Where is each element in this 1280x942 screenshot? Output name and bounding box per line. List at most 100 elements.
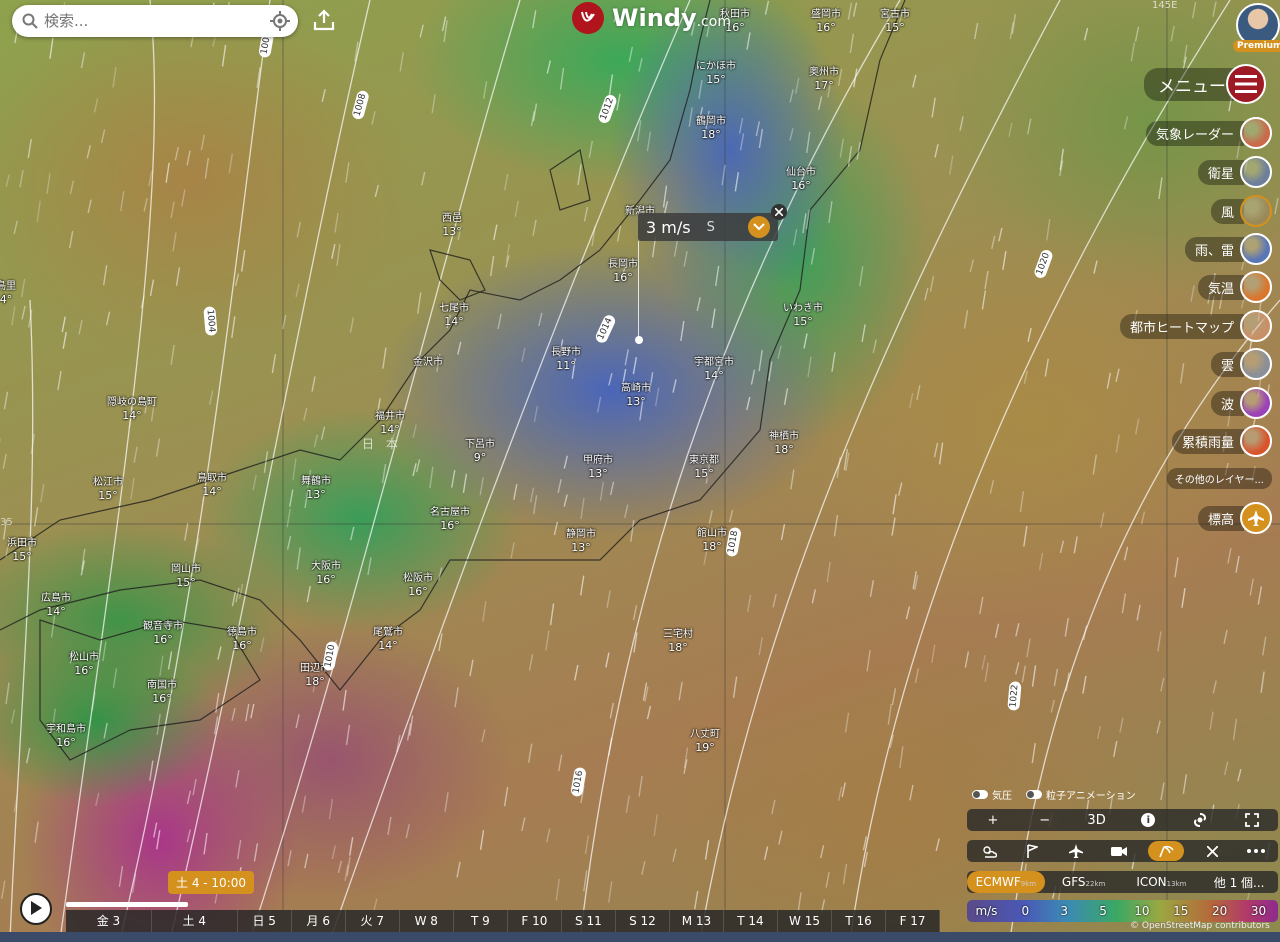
search-input[interactable]: [42, 11, 266, 31]
timeline-day[interactable]: T 14: [724, 910, 778, 932]
city-label[interactable]: 鳥取市 14°: [197, 472, 227, 498]
city-label[interactable]: 福井市 14°: [375, 410, 405, 436]
wind-particle: [19, 170, 24, 188]
wind-station-icon[interactable]: [1148, 841, 1185, 861]
city-label[interactable]: 八丈町 19°: [690, 728, 720, 754]
elevation-button[interactable]: 標高: [1197, 502, 1272, 534]
wind-popup[interactable]: 3 m/s S: [638, 213, 778, 241]
layer-button-accum[interactable]: 累積雨量: [1171, 425, 1272, 457]
timeline-day[interactable]: T 9: [454, 910, 508, 932]
timeline-day[interactable]: F 17: [886, 910, 941, 932]
city-label[interactable]: 東京都 15°: [689, 454, 719, 480]
model-option[interactable]: GFS22km: [1045, 875, 1123, 889]
city-label[interactable]: 鶴岡市 18°: [696, 115, 726, 141]
city-label[interactable]: 三宅村 18°: [663, 628, 693, 654]
city-label[interactable]: 仙台市 16°: [786, 166, 816, 192]
city-label[interactable]: 盛岡市 16°: [811, 8, 841, 34]
city-label[interactable]: 尾鷲市 14°: [373, 626, 403, 652]
city-label[interactable]: 甲府市 13°: [583, 454, 613, 480]
zoom-out-button[interactable]: −: [1030, 810, 1060, 830]
city-label[interactable]: 宇和島市 16°: [46, 723, 86, 749]
city-label[interactable]: 長野市 11°: [551, 346, 581, 372]
city-label[interactable]: 高崎市 13°: [621, 382, 651, 408]
timeline-day[interactable]: 金 3: [66, 910, 152, 932]
weather-icon[interactable]: [974, 841, 1004, 861]
timeline-day[interactable]: 土 4: [152, 910, 238, 932]
city-label[interactable]: 宇都宮市 14°: [694, 356, 734, 382]
city-label[interactable]: 大阪市 16°: [311, 560, 341, 586]
search-box[interactable]: [12, 5, 298, 37]
city-label[interactable]: 奥州市 17°: [809, 66, 839, 92]
city-label[interactable]: 西邑 13°: [442, 212, 462, 238]
city-label[interactable]: 広島市 14°: [41, 592, 71, 618]
city-label[interactable]: 下呂市 9°: [465, 438, 495, 464]
city-label[interactable]: 浜田市 15°: [7, 537, 37, 563]
osm-attribution[interactable]: © OpenStreetMap contributors: [1130, 921, 1270, 931]
timeline-day[interactable]: W 15: [778, 910, 833, 932]
layer-button-clouds[interactable]: 雲: [1210, 348, 1272, 380]
city-label[interactable]: 隠岐の島町 14°: [107, 396, 157, 422]
city-label[interactable]: 静岡市 13°: [566, 528, 596, 554]
timeline-day[interactable]: 日 5: [238, 910, 292, 932]
share-icon[interactable]: [312, 8, 336, 36]
city-label[interactable]: 館山市 18°: [697, 527, 727, 553]
city-label[interactable]: 宮古市 15°: [880, 8, 910, 34]
timeline-day[interactable]: F 10: [508, 910, 562, 932]
fullscreen-icon[interactable]: [1237, 810, 1267, 830]
city-label[interactable]: 徳島市 16°: [227, 626, 257, 652]
city-label[interactable]: にかほ市 15°: [696, 60, 736, 86]
timeline-day[interactable]: 火 7: [346, 910, 400, 932]
model-option[interactable]: ECMWF9km: [967, 871, 1045, 893]
layer-button-heatmap[interactable]: 都市ヒートマップ: [1119, 310, 1272, 342]
timeline-day[interactable]: S 12: [616, 910, 670, 932]
pin-dot[interactable]: [635, 336, 643, 344]
timeline-day[interactable]: S 11: [562, 910, 616, 932]
city-label[interactable]: 岡山市 15°: [171, 563, 201, 589]
layer-button-satellite[interactable]: 衛星: [1197, 156, 1272, 188]
city-label[interactable]: 松阪市 16°: [403, 572, 433, 598]
city-label[interactable]: 金沢市: [413, 356, 443, 369]
city-label[interactable]: 名古屋市 16°: [430, 506, 470, 532]
model-option[interactable]: 他 1 個...: [1200, 874, 1278, 891]
layer-button-wind[interactable]: 風: [1210, 195, 1272, 227]
city-label[interactable]: いわき市 15°: [783, 302, 823, 328]
current-time-badge[interactable]: 土 4 - 10:00: [168, 871, 254, 894]
zoom-in-button[interactable]: +: [978, 810, 1008, 830]
close-icon[interactable]: [771, 204, 787, 220]
info-button[interactable]: i: [1133, 810, 1163, 830]
close-icon[interactable]: [1198, 841, 1228, 861]
city-label[interactable]: 南国市 16°: [147, 679, 177, 705]
layer-button-rain[interactable]: 雨、雷: [1184, 233, 1272, 265]
timeline-progress[interactable]: [66, 902, 188, 907]
particles-toggle[interactable]: 粒子アニメーション: [1026, 787, 1136, 802]
menu-button[interactable]: メニュー: [1144, 64, 1266, 104]
city-label[interactable]: 松江市 15°: [93, 476, 123, 502]
more-layers-button[interactable]: その他のレイヤー...: [1166, 468, 1272, 489]
timeline-day[interactable]: T 16: [832, 910, 887, 932]
timeline-day[interactable]: 月 6: [292, 910, 346, 932]
pressure-toggle[interactable]: 気圧: [972, 787, 1012, 802]
model-option[interactable]: ICON13km: [1123, 875, 1201, 889]
webcam-icon[interactable]: [1104, 841, 1134, 861]
flag-icon[interactable]: [1017, 841, 1047, 861]
chevron-down-icon[interactable]: [748, 216, 770, 238]
timeline-day[interactable]: W 8: [400, 910, 454, 932]
city-label[interactable]: 神栖市 18°: [769, 430, 799, 456]
city-label[interactable]: 鳥里 4°: [0, 280, 16, 306]
play-button[interactable]: [20, 893, 52, 925]
hurricane-icon[interactable]: [1185, 810, 1215, 830]
city-label[interactable]: 舞鶴市 13°: [301, 475, 331, 501]
layer-button-radar[interactable]: 気象レーダー: [1145, 117, 1272, 149]
airplane-icon[interactable]: [1061, 841, 1091, 861]
3d-button[interactable]: 3D: [1082, 810, 1112, 830]
city-label[interactable]: 長岡市 16°: [608, 258, 638, 284]
city-label[interactable]: 松山市 16°: [69, 651, 99, 677]
geolocate-icon[interactable]: [270, 11, 290, 35]
more-icon[interactable]: [1241, 841, 1271, 861]
layer-button-temp[interactable]: 気温: [1197, 271, 1272, 303]
city-label[interactable]: 七尾市 14°: [439, 302, 469, 328]
wind-particle: [170, 201, 175, 219]
timeline-day[interactable]: M 13: [670, 910, 724, 932]
city-label[interactable]: 観音寺市 16°: [143, 620, 183, 646]
layer-button-waves[interactable]: 波: [1210, 387, 1272, 419]
